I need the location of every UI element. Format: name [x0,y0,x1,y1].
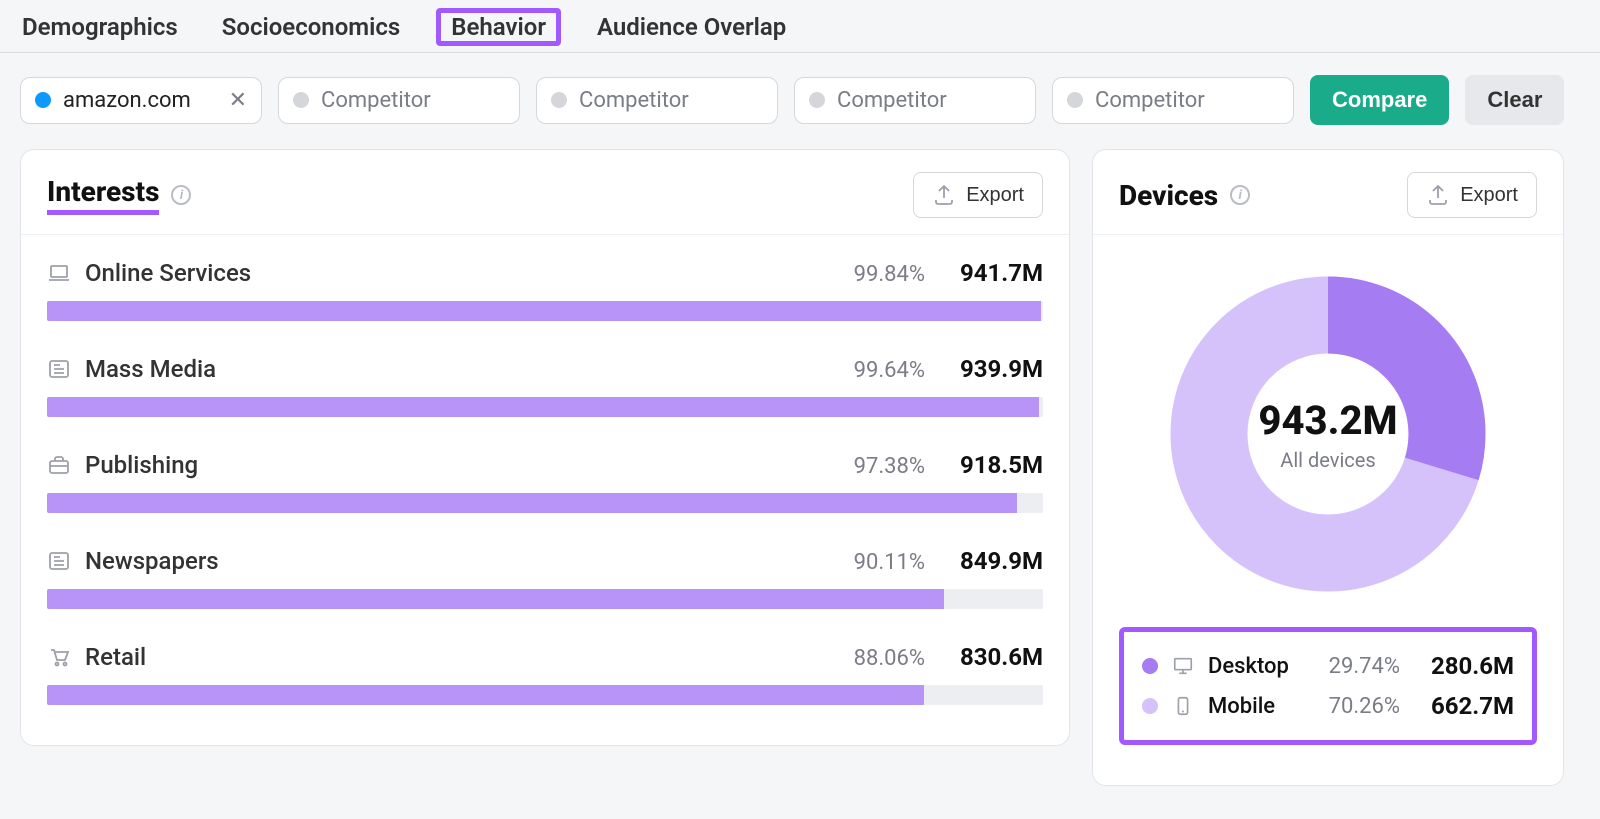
bar-track [47,397,1043,417]
devices-card: Devices i Export 943.2M All devices [1092,149,1564,786]
interests-card: Interests i Export Online Services 99.84… [20,149,1070,746]
compare-button[interactable]: Compare [1310,75,1449,125]
close-icon[interactable]: ✕ [229,88,247,113]
info-icon[interactable]: i [1230,185,1250,205]
devices-title: Devices [1119,179,1218,212]
interest-name: Online Services [85,259,251,287]
interest-pct: 97.38% [854,454,925,479]
bar-fill [47,685,924,705]
devices-header: Devices i Export [1119,172,1537,234]
interest-val: 918.5M [951,451,1043,479]
interest-row: Newspapers 90.11% 849.9M [47,547,1043,609]
bar-fill [47,589,944,609]
bar-fill [47,397,1039,417]
devices-legend: Desktop 29.74% 280.6M Mobile 70.26% 662.… [1119,627,1537,745]
clear-button[interactable]: Clear [1465,75,1564,125]
legend-val: 662.7M [1414,692,1514,720]
legend-name: Mobile [1208,694,1296,719]
mobile-icon [1172,695,1194,717]
bar-track [47,301,1043,321]
tab-behavior[interactable]: Behavior [436,8,561,46]
export-devices-button[interactable]: Export [1407,172,1537,218]
briefcase-icon [47,453,71,477]
filter-bar: amazon.com ✕ Competitor Competitor Compe… [0,53,1600,149]
export-interests-button[interactable]: Export [913,172,1043,218]
interest-name: Mass Media [85,355,216,383]
competitor-input-3[interactable]: Competitor [794,77,1036,124]
export-icon [932,183,956,207]
divider [1093,234,1563,235]
interest-pct: 99.84% [854,262,925,287]
interest-pct: 90.11% [854,550,925,575]
devices-total-value: 943.2M [1258,397,1397,444]
interest-val: 941.7M [951,259,1043,287]
dot-icon [551,92,567,108]
laptop-icon [47,261,71,285]
site-input-primary[interactable]: amazon.com ✕ [20,77,262,124]
legend-pct: 29.74% [1310,654,1400,679]
interests-header: Interests i Export [47,172,1043,234]
info-icon[interactable]: i [171,185,191,205]
cart-icon [47,645,71,669]
bar-fill [47,301,1041,321]
interest-name: Publishing [85,451,198,479]
legend-row-desktop: Desktop 29.74% 280.6M [1142,646,1514,686]
main-columns: Interests i Export Online Services 99.84… [0,149,1600,806]
tab-socioeconomics[interactable]: Socioeconomics [214,9,409,45]
tab-audience-overlap[interactable]: Audience Overlap [589,9,794,45]
dot-icon [35,92,51,108]
swatch-icon [1142,658,1158,674]
dot-icon [809,92,825,108]
news-icon [47,549,71,573]
legend-row-mobile: Mobile 70.26% 662.7M [1142,686,1514,726]
bar-track [47,493,1043,513]
export-label: Export [1460,184,1518,207]
interest-name: Retail [85,643,146,671]
bar-track [47,685,1043,705]
interest-row: Mass Media 99.64% 939.9M [47,355,1043,417]
desktop-icon [1172,655,1194,677]
placeholder: Competitor [1095,88,1205,113]
export-label: Export [966,184,1024,207]
news-icon [47,357,71,381]
competitor-input-2[interactable]: Competitor [536,77,778,124]
interest-val: 830.6M [951,643,1043,671]
interest-row: Online Services 99.84% 941.7M [47,259,1043,321]
bar-fill [47,493,1017,513]
export-icon [1426,183,1450,207]
swatch-icon [1142,698,1158,714]
divider [21,234,1069,235]
dot-icon [1067,92,1083,108]
competitor-input-4[interactable]: Competitor [1052,77,1294,124]
interests-title: Interests [47,175,159,215]
bar-track [47,589,1043,609]
interest-pct: 99.64% [854,358,925,383]
interest-row: Retail 88.06% 830.6M [47,643,1043,705]
placeholder: Competitor [321,88,431,113]
legend-val: 280.6M [1414,652,1514,680]
legend-pct: 70.26% [1310,694,1400,719]
interest-val: 939.9M [951,355,1043,383]
interest-name: Newspapers [85,547,219,575]
devices-donut: 943.2M All devices [1153,259,1503,609]
dot-icon [293,92,309,108]
interest-pct: 88.06% [854,646,925,671]
tabs-bar: Demographics Socioeconomics Behavior Aud… [0,0,1600,53]
site-name: amazon.com [63,88,217,113]
placeholder: Competitor [579,88,689,113]
placeholder: Competitor [837,88,947,113]
competitor-input-1[interactable]: Competitor [278,77,520,124]
legend-name: Desktop [1208,654,1296,679]
devices-total-label: All devices [1280,448,1375,472]
interest-row: Publishing 97.38% 918.5M [47,451,1043,513]
tab-demographics[interactable]: Demographics [14,9,186,45]
interest-val: 849.9M [951,547,1043,575]
